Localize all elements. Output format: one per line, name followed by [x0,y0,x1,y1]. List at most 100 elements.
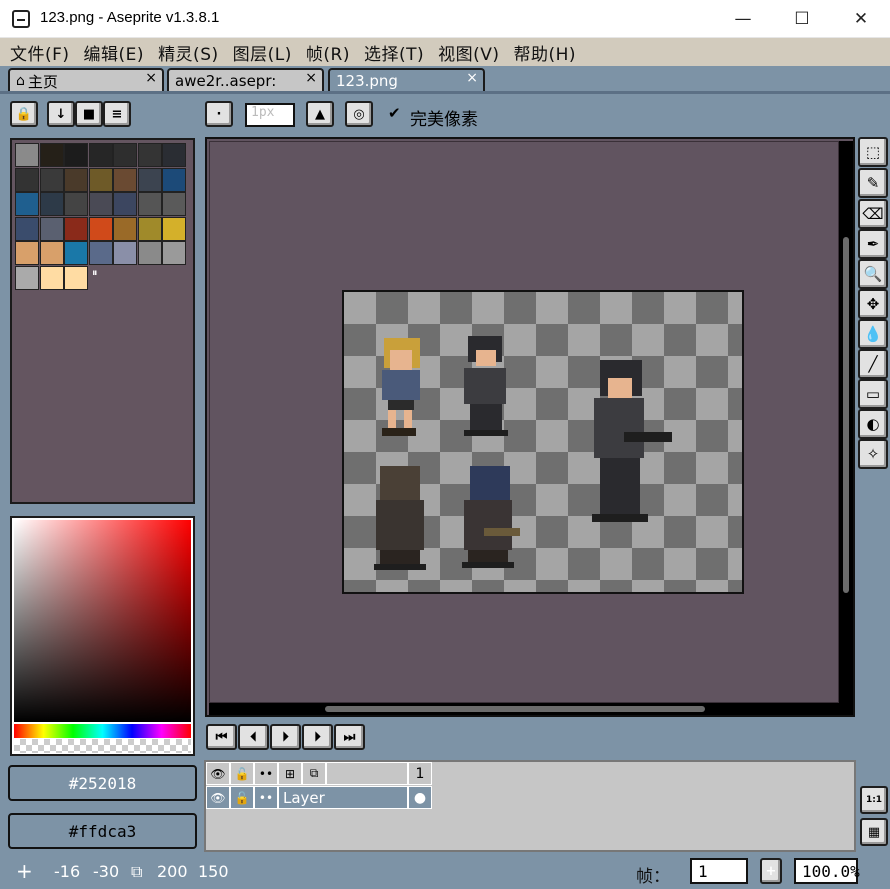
next-frame-icon[interactable]: ⏵ [302,724,333,750]
saturation-value-area[interactable] [14,520,191,722]
last-frame-icon[interactable]: ⏭ [334,724,365,750]
tab-awe2r[interactable]: awe2r..asepr: × [167,68,324,92]
timeline-grid-icon[interactable]: ▦ [860,818,888,846]
palette-swatch[interactable] [64,265,88,290]
palette-swatch[interactable] [137,143,162,167]
layer-continuous-icon[interactable]: •• [254,786,278,809]
onion-skin-icon[interactable]: ⧉ [302,762,326,785]
palette-swatch[interactable] [162,241,186,265]
menu-sprite[interactable]: 精灵(S) [158,40,219,65]
continuous-header-icon[interactable]: •• [254,762,278,785]
palette-swatch[interactable] [113,241,137,265]
eyedropper-icon[interactable]: ✒ [858,229,888,259]
zoom-icon[interactable]: 🔍 [858,259,888,289]
spray-icon[interactable]: ✧ [858,439,888,469]
palette-swatch[interactable] [39,241,64,265]
palette-swatch[interactable] [113,216,137,241]
contour-icon[interactable]: ◐ [858,409,888,439]
palette-swatch[interactable] [162,216,186,241]
palette-swatch[interactable] [137,167,162,192]
brush-size-input[interactable]: 1px [245,103,295,127]
sort-down-icon[interactable]: ↓ [47,101,75,127]
vertical-scrollbar[interactable] [839,141,853,703]
horizontal-scroll-thumb[interactable] [325,706,705,712]
menu-edit[interactable]: 编辑(E) [84,40,145,65]
palette-swatch[interactable] [137,241,162,265]
palette-swatch[interactable] [39,216,64,241]
foreground-color-button[interactable]: #252018 [8,765,197,801]
hue-slider[interactable] [14,724,191,738]
vertical-scroll-thumb[interactable] [843,237,849,593]
menu-select[interactable]: 选择(T) [364,40,424,65]
palette-swatch[interactable] [39,192,64,216]
close-button[interactable]: ✕ [832,0,890,38]
palette-swatch[interactable] [88,192,113,216]
palette-swatch[interactable] [15,167,39,192]
palette-swatch[interactable] [39,265,64,290]
lock-header-icon[interactable]: 🔓 [230,762,254,785]
tab-123-png[interactable]: 123.png × [328,68,485,92]
layer-name[interactable]: Layer [278,786,408,809]
alpha-slider[interactable] [14,739,191,753]
palette-swatch[interactable] [64,167,88,192]
layer-group-header-icon[interactable]: ⊞ [278,762,302,785]
previous-frame-icon[interactable]: ⏴ [238,724,269,750]
palette-swatch[interactable] [15,192,39,216]
cel-marker-icon[interactable]: ● [408,786,432,809]
tab-close-icon[interactable]: × [305,70,317,86]
menu-help[interactable]: 帮助(H) [514,40,577,65]
palette-swatch[interactable] [15,241,39,265]
palette-swatch[interactable] [39,167,64,192]
menu-view[interactable]: 视图(V) [438,40,499,65]
menu-layer[interactable]: 图层(L) [233,40,292,65]
move-icon[interactable]: ✥ [858,289,888,319]
line-icon[interactable]: ╱ [858,349,888,379]
palette-swatch[interactable] [137,192,162,216]
palette-swatch[interactable] [113,143,137,167]
pencil-icon[interactable]: ✎ [858,168,888,198]
palette-swatch[interactable] [15,216,39,241]
minimize-button[interactable]: — [714,0,772,38]
frame-header[interactable]: 1 [408,762,432,785]
palette-preset-icon[interactable]: ■ [75,101,103,127]
lock-icon[interactable]: 🔒 [10,101,38,127]
zoom-input[interactable]: 100.0% [794,858,860,884]
tab-close-icon[interactable]: × [466,70,478,86]
palette-swatch[interactable] [64,216,88,241]
palette-swatch[interactable] [162,143,186,167]
tab-close-icon[interactable]: × [145,70,157,86]
eraser-icon[interactable]: ⌫ [858,199,888,229]
palette-swatch[interactable] [88,216,113,241]
rectangle-icon[interactable]: ▭ [858,379,888,409]
palette-swatch[interactable] [15,143,39,167]
paint-bucket-icon[interactable]: 💧 [858,319,888,349]
actual-size-button[interactable]: 1:1 [860,786,888,814]
brush-type-icon[interactable]: · [205,101,233,127]
sprite-canvas[interactable] [342,290,744,594]
palette-swatch[interactable] [64,241,88,265]
palette-swatch[interactable] [64,192,88,216]
sprite-editor[interactable] [205,137,855,717]
palette-swatch[interactable] [88,241,113,265]
menu-file[interactable]: 文件(F) [10,40,70,65]
ink-icon[interactable]: ▲ [306,101,334,127]
palette-swatch[interactable] [64,143,88,167]
play-icon[interactable]: ⏵ [270,724,301,750]
tab-home[interactable]: ⌂ 主页 × [8,68,164,92]
palette-swatch[interactable] [137,216,162,241]
pixel-perfect-checkbox[interactable]: ✔ [388,104,401,122]
menu-frame[interactable]: 帧(R) [306,40,350,65]
maximize-button[interactable]: ☐ [773,0,831,38]
palette-swatch[interactable] [113,192,137,216]
palette-swatch[interactable] [39,143,64,167]
layer-visibility-icon[interactable]: 👁 [206,786,230,809]
palette-swatch[interactable] [162,167,186,192]
first-frame-icon[interactable]: ⏮ [206,724,237,750]
pixel-perfect-icon[interactable]: ◎ [345,101,373,127]
new-frame-plus-button[interactable]: + [760,858,782,884]
palette-swatch[interactable] [88,143,113,167]
palette-swatch[interactable] [15,265,39,290]
rectangular-marquee-icon[interactable]: ⬚ [858,137,888,167]
palette-swatch[interactable] [162,192,186,216]
background-color-button[interactable]: #ffdca3 [8,813,197,849]
